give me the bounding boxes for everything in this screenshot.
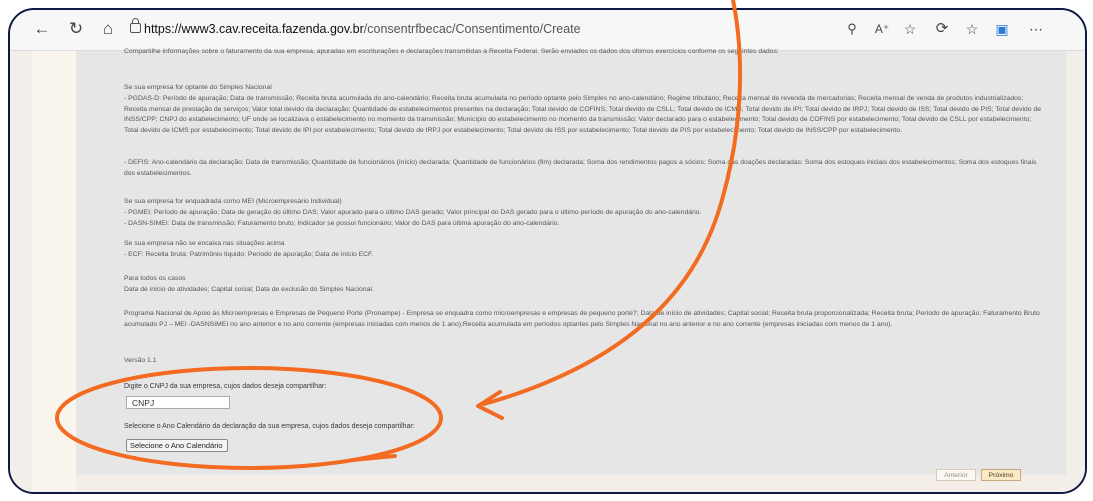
read-aloud-icon[interactable]: A⁺ bbox=[872, 19, 892, 39]
simples-title: Se sua empresa for optante do Simples Na… bbox=[124, 84, 272, 91]
all-cases-title: Para todos os casos bbox=[124, 275, 186, 282]
favorites-icon[interactable]: ☆ bbox=[962, 19, 982, 39]
browser-toolbar: ← ↻ ⌂ https://www3.cav.receita.fazenda.g… bbox=[10, 10, 1085, 51]
simples-defis: - DEFIS: Ano-calendário da declaração; D… bbox=[124, 159, 1037, 177]
zoom-icon[interactable]: ⚲ bbox=[842, 19, 862, 39]
none-ecf: - ECF: Receita bruta; Patrimônio líquido… bbox=[124, 251, 374, 258]
url-host: https://www3.cav.receita.fazenda.gov.br bbox=[144, 22, 364, 36]
simples-pgdas: - PGDAS-D: Período de apuração; Data de … bbox=[124, 95, 1042, 134]
address-bar[interactable]: https://www3.cav.receita.fazenda.gov.br/… bbox=[144, 15, 594, 43]
back-arrow-icon[interactable]: ← bbox=[32, 19, 52, 39]
version-label: Versão 1.1 bbox=[124, 357, 157, 364]
year-select[interactable]: Selecione o Ano Calendário ▼ bbox=[126, 439, 228, 462]
favorite-star-icon[interactable]: ☆ bbox=[900, 19, 920, 39]
chevron-down-icon: ▼ bbox=[130, 455, 137, 462]
left-margin bbox=[32, 51, 76, 491]
intro-text: Compartilhe informações sobre o faturame… bbox=[124, 48, 779, 55]
pronampe-text: Programa Nacional de Apoio às Microempre… bbox=[124, 310, 1040, 328]
next-button[interactable]: Próximo bbox=[981, 469, 1021, 481]
cnpj-input[interactable]: CNPJ bbox=[126, 396, 230, 409]
consent-content: Compartilhe informações sobre o faturame… bbox=[76, 48, 1066, 475]
mei-dasn: - DASN-SIMEI: Data de transmissão; Fatur… bbox=[124, 220, 560, 227]
year-label: Selecione o Ano Calendário da declaração… bbox=[124, 423, 415, 430]
collections-icon[interactable]: ▣ bbox=[992, 19, 1012, 39]
all-cases-text: Data de início de atividades; Capital so… bbox=[124, 286, 374, 293]
mei-pgmei: - PGMEI: Período de apuração; Data de ge… bbox=[124, 209, 702, 216]
mei-title: Se sua empresa for enquadrada como MEI (… bbox=[124, 198, 342, 205]
refresh-tracker-icon[interactable]: ⟳ bbox=[932, 19, 952, 39]
year-select-value: Selecione o Ano Calendário bbox=[130, 441, 223, 450]
none-title: Se sua empresa não se encaixa nas situaç… bbox=[124, 240, 285, 247]
more-icon[interactable]: ⋯ bbox=[1026, 19, 1046, 39]
form-footer bbox=[76, 475, 1066, 492]
home-icon[interactable]: ⌂ bbox=[98, 19, 118, 39]
browser-window: ← ↻ ⌂ https://www3.cav.receita.fazenda.g… bbox=[8, 8, 1087, 494]
lock-icon bbox=[130, 18, 141, 33]
url-path: /consentrfbecac/Consentimento/Create bbox=[363, 22, 581, 36]
previous-button[interactable]: Anterior bbox=[936, 469, 976, 481]
cnpj-label: Digite o CNPJ da sua empresa, cujos dado… bbox=[124, 383, 327, 390]
reload-icon[interactable]: ↻ bbox=[66, 19, 86, 39]
